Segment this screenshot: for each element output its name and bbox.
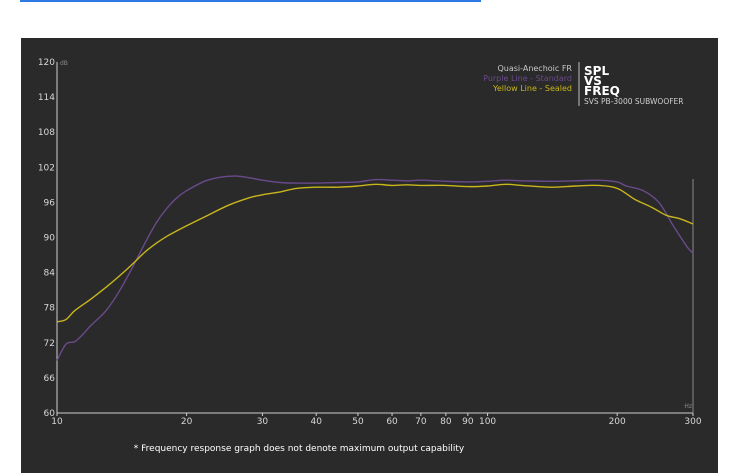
y-axis-ticks: 60667278849096102108114120 bbox=[38, 58, 55, 419]
series-layer bbox=[56, 175, 694, 361]
legend: Quasi-Anechoic FR Purple Line - Standard… bbox=[483, 62, 580, 106]
chart-axes bbox=[56, 62, 694, 414]
x-tick-label: 10 bbox=[51, 417, 63, 427]
y-tick-label: 108 bbox=[38, 128, 55, 138]
legend-entry-standard: Purple Line - Standard bbox=[483, 74, 572, 83]
y-unit-label: dB bbox=[60, 60, 68, 67]
y-tick-label: 114 bbox=[38, 93, 55, 103]
y-tick-label: 78 bbox=[44, 304, 56, 314]
x-tick-label: 70 bbox=[415, 417, 427, 427]
x-tick-label: 30 bbox=[257, 417, 269, 427]
y-tick-label: 120 bbox=[38, 58, 55, 68]
y-tick-label: 90 bbox=[44, 234, 56, 244]
x-axis-ticks: 10 20 30 40 50 60 70 80 90 100 200 300 bbox=[51, 413, 702, 427]
series-line-standard bbox=[56, 175, 694, 361]
y-tick-label: 66 bbox=[44, 374, 56, 384]
y-tick-label: 84 bbox=[44, 269, 56, 279]
legend-entry-sealed: Yellow Line - Sealed bbox=[492, 84, 572, 93]
frequency-response-chart: 60 66 72 78 84 90 96 102 108 114 120 10 20 30 40 50 60 7… bbox=[38, 58, 702, 454]
brand-product: SVS PB-3000 SUBWOOFER bbox=[584, 97, 684, 106]
chart-panel: 60 66 72 78 84 90 96 102 108 114 120 10 20 30 40 50 60 7… bbox=[21, 38, 718, 473]
x-tick-label: 40 bbox=[311, 417, 323, 427]
brand-line-freq: FREQ bbox=[584, 84, 620, 98]
x-tick-label: 20 bbox=[181, 417, 193, 427]
x-tick-label: 100 bbox=[479, 417, 496, 427]
y-tick-label: 96 bbox=[44, 198, 56, 208]
x-tick-label: 50 bbox=[352, 417, 364, 427]
footnote: * Frequency response graph does not deno… bbox=[134, 444, 465, 454]
brand-block: SPL VS FREQ SVS PB-3000 SUBWOOFER bbox=[584, 64, 684, 106]
top-divider-line bbox=[20, 0, 481, 2]
x-tick-label: 90 bbox=[462, 417, 474, 427]
series-line-sealed bbox=[56, 183, 694, 323]
legend-heading: Quasi-Anechoic FR bbox=[497, 64, 572, 73]
x-tick-label: 60 bbox=[386, 417, 398, 427]
x-unit-label: Hz bbox=[684, 403, 692, 410]
y-tick-label: 72 bbox=[44, 339, 55, 349]
y-tick-label: 102 bbox=[38, 163, 55, 173]
x-tick-label: 200 bbox=[609, 417, 626, 427]
x-tick-label: 300 bbox=[684, 417, 701, 427]
x-tick-label: 80 bbox=[440, 417, 452, 427]
